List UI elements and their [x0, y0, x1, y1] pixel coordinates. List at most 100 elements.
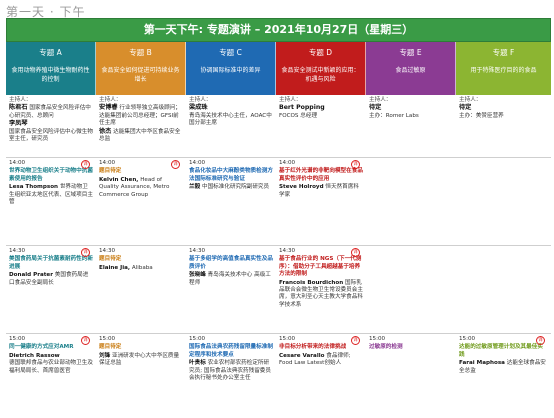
session-cell: 14:30 译 基于食品行业的 NGS（下一代测序）：借助分子工具超越基于培养方… [276, 246, 366, 333]
speaker-name: 叶贵标 [189, 360, 206, 367]
co-chair-name: 李凤琴 [9, 120, 28, 128]
speaker-affiliation: 德国联邦食品与农业部动物卫生及福利局局长、首席兽医官 [9, 360, 93, 374]
session-topic: 基于多组学的高值食品真实性及品质评价 [189, 256, 273, 270]
session-cell: 15:00 译 达能的过敏原管理计划及其最佳实践 Farai Maphosa 达… [456, 334, 551, 390]
chair-heading: 主持人： [369, 97, 392, 103]
track-header-f: 专题 F 用于特殊医疗目的的食品 [456, 42, 551, 95]
speaker-affiliation: Alibaba [131, 264, 153, 271]
session-time: 14:30 [99, 248, 116, 254]
simultaneous-interpretation-icon: 译 [81, 160, 90, 169]
track-topic: 食品安全测试中新颖的应用：机遇与风险 [281, 67, 360, 83]
chair-name: 安博睿 [99, 104, 118, 112]
speaker-name: 张晓峰 [189, 272, 206, 279]
programme-grid: 第一天下午: 专题演讲 – 2021年10月27日（星期三） 专题 A 食用动物… [6, 18, 551, 390]
session-cell: 14:30 译 美国食药局关于抗菌素耐药性的新进展 Donald Prater … [6, 246, 96, 333]
co-chair-name: 徐杰 [99, 127, 112, 135]
co-chair-affiliation: 达能集团大中华区食品安全总监 [99, 128, 181, 143]
session-cell [366, 158, 456, 245]
session-time: 14:30 [189, 248, 206, 254]
chair-affiliation: 主办：美赞臣营养 [459, 112, 504, 119]
simultaneous-interpretation-icon: 译 [81, 336, 90, 345]
track-label: 专题 B [129, 48, 152, 57]
simultaneous-interpretation-icon: 译 [351, 336, 360, 345]
chair-cell-a: 主持人： 陈君石 国家食品安全风险评估中心研究员、总顾问 李凤琴 国家食品安全风… [6, 95, 96, 157]
track-label: 专题 C [219, 48, 242, 57]
track-header-b: 专题 B 食品安全如何促进可持续业务增长 [96, 42, 186, 95]
track-topic: 用于特殊医疗目的的食品 [470, 67, 537, 74]
chair-heading: 主持人： [279, 97, 302, 103]
simultaneous-interpretation-icon: 译 [171, 160, 180, 169]
session-topic: 世界动物卫生组织关于动物中抗菌素使用的报告 [9, 168, 93, 182]
track-label: 专题 D [308, 48, 333, 57]
chair-cell-d: 主持人： Bert Popping FOCOS 总经理 [276, 95, 366, 157]
track-header-a: 专题 A 食用动物养殖中微生物耐药性的控制 [6, 42, 96, 95]
session-topic: 国际食品法典农药残留限量标准制定程序和技术要点 [189, 344, 273, 358]
session-cell: 14:30 基于多组学的高值食品真实性及品质评价 张晓峰 青岛海关技术中心 高级… [186, 246, 276, 333]
session-title: 第一天下午: 专题演讲 – 2021年10月27日（星期三） [6, 18, 551, 42]
track-topic: 食品过敏原 [395, 67, 426, 74]
session-row-1500: 15:00 译 同一健康的方式应对AMR Dietrich Rassow 德国联… [6, 334, 551, 390]
simultaneous-interpretation-icon: 译 [536, 336, 545, 345]
speaker-name: Farai Maphosa [459, 360, 505, 367]
simultaneous-interpretation-icon: 译 [351, 160, 360, 169]
track-header-e: 专题 E 食品过敏原 [366, 42, 456, 95]
session-time: 15:00 [99, 336, 116, 342]
chair-affiliation: 主办：Romer Labs [369, 112, 419, 119]
session-cell [456, 246, 551, 333]
chair-cell-f: 主持人： 待定 主办：美赞臣营养 [456, 95, 551, 157]
session-topic: 题目待定 [99, 344, 122, 351]
session-cell: 15:00 译 非目标分析带来的法律挑战 Cesare Varallo 食品律师… [276, 334, 366, 390]
session-time: 15:00 [189, 336, 206, 342]
track-header-c: 专题 C 协调国际标准中的差异 [186, 42, 276, 95]
session-topic: 非目标分析带来的法律挑战 [279, 344, 347, 351]
chair-affiliation: 青岛海关技术中心主任，AOAC中国分部主席 [189, 112, 272, 127]
chair-cell-c: 主持人： 梁成珠 青岛海关技术中心主任，AOAC中国分部主席 [186, 95, 276, 157]
chair-name: Bert Popping [279, 104, 325, 112]
session-cell: 14:00 译 世界动物卫生组织关于动物中抗菌素使用的报告 Lesa Thomp… [6, 158, 96, 245]
speaker-name: Kelvin Chen, [99, 176, 139, 183]
session-cell [366, 246, 456, 333]
session-topic: 同一健康的方式应对AMR [9, 344, 74, 351]
track-topic: 食品安全如何促进可持续业务增长 [101, 67, 180, 83]
speaker-name: Steve Holroyd [279, 184, 324, 191]
speaker-affiliation: 亚洲研发中心大中华区质量保证总监 [99, 352, 180, 367]
chair-name: 梁成珠 [189, 104, 208, 112]
session-time: 15:00 [459, 336, 476, 342]
session-row-1430: 14:30 译 美国食药局关于抗菌素耐药性的新进展 Donald Prater … [6, 246, 551, 334]
speaker-name: Dietrich Rassow [9, 352, 60, 359]
speaker-name: 兰毅 [189, 184, 201, 191]
session-topic: 食品化妆品中大麻酚类物质检测方法国际标准研究与验证 [189, 168, 273, 182]
simultaneous-interpretation-icon: 译 [351, 248, 360, 257]
session-topic: 美国食药局关于抗菌素耐药性的新进展 [9, 256, 93, 270]
track-label: 专题 A [39, 48, 62, 57]
track-header-d: 专题 D 食品安全测试中新颖的应用：机遇与风险 [276, 42, 366, 95]
chair-name: 陈君石 [9, 104, 28, 112]
chair-name: 待定 [369, 104, 382, 112]
speaker-name: Lesa Thompson [9, 184, 59, 191]
session-cell: 14:00 食品化妆品中大麻酚类物质检测方法国际标准研究与验证 兰毅 中国标准化… [186, 158, 276, 245]
session-topic: 过敏原的检测 [369, 344, 403, 351]
session-cell: 14:30 题目待定 Elaine Jia, Alibaba [96, 246, 186, 333]
co-chair-affiliation: 国家食品安全风险评估中心微生物室主任，研究员 [9, 128, 93, 143]
session-cell: 15:00 题目待定 刘锋 亚洲研发中心大中华区质量保证总监 [96, 334, 186, 390]
simultaneous-interpretation-icon: 译 [81, 248, 90, 257]
session-time: 14:00 [189, 160, 206, 166]
track-topic: 食用动物养殖中微生物耐药性的控制 [11, 67, 90, 83]
speaker-name: Cesare Varallo [279, 352, 325, 359]
session-cell [456, 158, 551, 245]
speaker-name: 刘锋 [99, 352, 111, 359]
track-topic: 协调国际标准中的差异 [200, 67, 261, 74]
track-label: 专题 F [492, 48, 515, 57]
session-cell: 15:00 国际食品法典农药残留限量标准制定程序和技术要点 叶贵标 农业农村部农… [186, 334, 276, 390]
chair-affiliation: FOCOS 总经理 [279, 112, 318, 119]
session-topic: 题目待定 [99, 168, 122, 175]
speaker-affiliation: 中国标准化研究院副研究员 [201, 184, 270, 191]
session-topic: 基于红外光谱的非靶向模型在食品真实性评价中的应用 [279, 168, 363, 182]
session-time: 15:00 [369, 336, 386, 342]
session-cell: 15:00 译 同一健康的方式应对AMR Dietrich Rassow 德国联… [6, 334, 96, 390]
chair-row: 主持人： 陈君石 国家食品安全风险评估中心研究员、总顾问 李凤琴 国家食品安全风… [6, 95, 551, 158]
speaker-name: Francois Bourdichon [279, 279, 344, 286]
session-cell: 15:00 过敏原的检测 [366, 334, 456, 390]
session-cell: 14:00 译 基于红外光谱的非靶向模型在食品真实性评价中的应用 Steve H… [276, 158, 366, 245]
chair-cell-e: 主持人： 待定 主办：Romer Labs [366, 95, 456, 157]
